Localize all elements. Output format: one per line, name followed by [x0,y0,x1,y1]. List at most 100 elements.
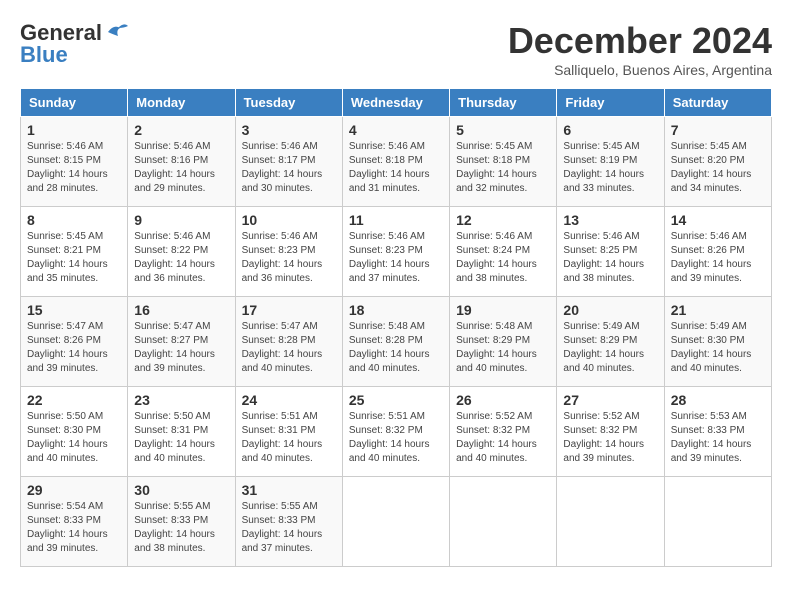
day-info: Sunrise: 5:55 AM Sunset: 8:33 PM Dayligh… [134,501,215,554]
calendar-cell: 10 Sunrise: 5:46 AM Sunset: 8:23 PM Dayli… [235,207,342,297]
day-info: Sunrise: 5:52 AM Sunset: 8:32 PM Dayligh… [456,411,537,464]
day-number: 31 [242,482,336,498]
weekday-header-saturday: Saturday [664,89,771,117]
calendar-cell [342,477,449,567]
calendar-cell: 29Sunrise: 5:54 AM Sunset: 8:33 PM Dayli… [21,477,128,567]
logo-bird-icon [106,22,128,40]
day-info: Sunrise: 5:48 AM Sunset: 8:28 PM Dayligh… [349,321,430,374]
weekday-header-tuesday: Tuesday [235,89,342,117]
calendar-cell: 9 Sunrise: 5:46 AM Sunset: 8:22 PM Daylig… [128,207,235,297]
calendar-cell: 11 Sunrise: 5:46 AM Sunset: 8:23 PM Dayli… [342,207,449,297]
day-info: Sunrise: 5:45 AM Sunset: 8:19 PM Dayligh… [563,141,644,194]
title-block: December 2024 Salliquelo, Buenos Aires, … [508,20,772,78]
day-number: 14 [671,212,765,228]
day-number: 17 [242,302,336,318]
day-info: Sunrise: 5:51 AM Sunset: 8:32 PM Dayligh… [349,411,430,464]
weekday-header-wednesday: Wednesday [342,89,449,117]
calendar-cell: 6 Sunrise: 5:45 AM Sunset: 8:19 PM Daylig… [557,117,664,207]
day-number: 27 [563,392,657,408]
day-number: 25 [349,392,443,408]
day-number: 8 [27,212,121,228]
day-number: 21 [671,302,765,318]
day-info: Sunrise: 5:45 AM Sunset: 8:20 PM Dayligh… [671,141,752,194]
day-info: Sunrise: 5:46 AM Sunset: 8:23 PM Dayligh… [349,231,430,284]
day-info: Sunrise: 5:50 AM Sunset: 8:31 PM Dayligh… [134,411,215,464]
day-info: Sunrise: 5:48 AM Sunset: 8:29 PM Dayligh… [456,321,537,374]
day-info: Sunrise: 5:46 AM Sunset: 8:15 PM Dayligh… [27,141,108,194]
calendar-cell: 17 Sunrise: 5:47 AM Sunset: 8:28 PM Dayli… [235,297,342,387]
calendar-cell: 16 Sunrise: 5:47 AM Sunset: 8:27 PM Dayli… [128,297,235,387]
calendar-cell: 13 Sunrise: 5:46 AM Sunset: 8:25 PM Dayli… [557,207,664,297]
calendar-cell: 19 Sunrise: 5:48 AM Sunset: 8:29 PM Dayli… [450,297,557,387]
calendar-cell: 5 Sunrise: 5:45 AM Sunset: 8:18 PM Daylig… [450,117,557,207]
day-number: 11 [349,212,443,228]
calendar-cell: 31 Sunrise: 5:55 AM Sunset: 8:33 PM Dayli… [235,477,342,567]
calendar-cell: 23 Sunrise: 5:50 AM Sunset: 8:31 PM Dayli… [128,387,235,477]
day-number: 20 [563,302,657,318]
calendar-cell [450,477,557,567]
calendar-cell: 28 Sunrise: 5:53 AM Sunset: 8:33 PM Dayli… [664,387,771,477]
calendar-cell: 20 Sunrise: 5:49 AM Sunset: 8:29 PM Dayli… [557,297,664,387]
day-number: 28 [671,392,765,408]
calendar-cell [557,477,664,567]
day-info: Sunrise: 5:46 AM Sunset: 8:18 PM Dayligh… [349,141,430,194]
day-number: 7 [671,122,765,138]
day-info: Sunrise: 5:49 AM Sunset: 8:29 PM Dayligh… [563,321,644,374]
day-number: 29 [27,482,121,498]
calendar-cell: 15Sunrise: 5:47 AM Sunset: 8:26 PM Dayli… [21,297,128,387]
logo: General Blue [20,20,128,68]
calendar-cell [664,477,771,567]
day-number: 16 [134,302,228,318]
day-info: Sunrise: 5:52 AM Sunset: 8:32 PM Dayligh… [563,411,644,464]
day-number: 18 [349,302,443,318]
day-number: 13 [563,212,657,228]
day-number: 5 [456,122,550,138]
day-info: Sunrise: 5:50 AM Sunset: 8:30 PM Dayligh… [27,411,108,464]
weekday-header-monday: Monday [128,89,235,117]
calendar-cell: 30Sunrise: 5:55 AM Sunset: 8:33 PM Dayli… [128,477,235,567]
day-number: 9 [134,212,228,228]
weekday-header-friday: Friday [557,89,664,117]
day-info: Sunrise: 5:45 AM Sunset: 8:21 PM Dayligh… [27,231,108,284]
day-info: Sunrise: 5:46 AM Sunset: 8:22 PM Dayligh… [134,231,215,284]
day-number: 4 [349,122,443,138]
calendar-cell: 12 Sunrise: 5:46 AM Sunset: 8:24 PM Dayli… [450,207,557,297]
weekday-header-sunday: Sunday [21,89,128,117]
page-header: General Blue December 2024 Salliquelo, B… [20,20,772,78]
location-subtitle: Salliquelo, Buenos Aires, Argentina [508,62,772,78]
calendar-cell: 14 Sunrise: 5:46 AM Sunset: 8:26 PM Dayli… [664,207,771,297]
calendar-cell: 2Sunrise: 5:46 AM Sunset: 8:16 PM Daylig… [128,117,235,207]
day-number: 24 [242,392,336,408]
day-number: 10 [242,212,336,228]
calendar-table: SundayMondayTuesdayWednesdayThursdayFrid… [20,88,772,567]
day-info: Sunrise: 5:46 AM Sunset: 8:25 PM Dayligh… [563,231,644,284]
day-info: Sunrise: 5:51 AM Sunset: 8:31 PM Dayligh… [242,411,323,464]
calendar-cell: 27 Sunrise: 5:52 AM Sunset: 8:32 PM Dayli… [557,387,664,477]
day-info: Sunrise: 5:55 AM Sunset: 8:33 PM Dayligh… [242,501,323,554]
month-title: December 2024 [508,20,772,62]
day-info: Sunrise: 5:53 AM Sunset: 8:33 PM Dayligh… [671,411,752,464]
day-number: 19 [456,302,550,318]
day-number: 22 [27,392,121,408]
day-info: Sunrise: 5:46 AM Sunset: 8:26 PM Dayligh… [671,231,752,284]
calendar-cell: 8 Sunrise: 5:45 AM Sunset: 8:21 PM Daylig… [21,207,128,297]
day-number: 2 [134,122,228,138]
day-number: 15 [27,302,121,318]
day-number: 26 [456,392,550,408]
day-info: Sunrise: 5:45 AM Sunset: 8:18 PM Dayligh… [456,141,537,194]
calendar-cell: 1Sunrise: 5:46 AM Sunset: 8:15 PM Daylig… [21,117,128,207]
day-number: 3 [242,122,336,138]
weekday-header-thursday: Thursday [450,89,557,117]
calendar-cell: 3Sunrise: 5:46 AM Sunset: 8:17 PM Daylig… [235,117,342,207]
day-number: 6 [563,122,657,138]
day-info: Sunrise: 5:46 AM Sunset: 8:23 PM Dayligh… [242,231,323,284]
day-number: 12 [456,212,550,228]
day-info: Sunrise: 5:46 AM Sunset: 8:24 PM Dayligh… [456,231,537,284]
calendar-cell: 18 Sunrise: 5:48 AM Sunset: 8:28 PM Dayli… [342,297,449,387]
day-number: 23 [134,392,228,408]
calendar-cell: 22 Sunrise: 5:50 AM Sunset: 8:30 PM Dayli… [21,387,128,477]
day-info: Sunrise: 5:49 AM Sunset: 8:30 PM Dayligh… [671,321,752,374]
day-info: Sunrise: 5:47 AM Sunset: 8:28 PM Dayligh… [242,321,323,374]
day-info: Sunrise: 5:47 AM Sunset: 8:27 PM Dayligh… [134,321,215,374]
calendar-cell: 24 Sunrise: 5:51 AM Sunset: 8:31 PM Dayli… [235,387,342,477]
